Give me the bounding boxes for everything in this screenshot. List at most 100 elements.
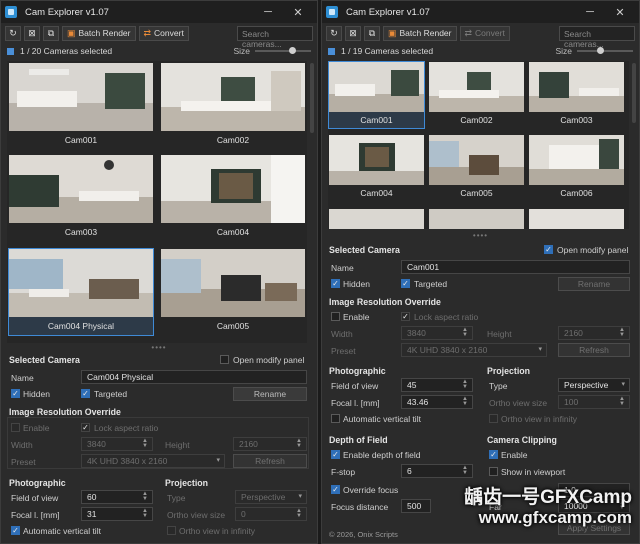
projection-type-dropdown[interactable]: Perspective ▾ xyxy=(558,378,630,392)
open-modify-checkbox[interactable]: ✓ xyxy=(544,245,553,254)
height-field[interactable]: 2160 ▲ ▼ xyxy=(558,326,630,340)
lock-aspect-checkbox[interactable]: ✓ xyxy=(401,312,410,321)
size-slider[interactable] xyxy=(577,47,633,54)
focus-distance-label: Focus distance xyxy=(331,502,389,512)
camera-card[interactable] xyxy=(429,209,524,229)
focal-field[interactable]: 43.46 ▲ ▼ xyxy=(401,395,473,409)
clipping-enable-checkbox[interactable]: ✓ xyxy=(489,450,498,459)
duplicate-icon[interactable]: ⧉ xyxy=(364,25,380,41)
ortho-spinner-icon[interactable]: ▲ ▼ xyxy=(296,508,302,519)
name-label: Name xyxy=(11,373,34,383)
splitter-handle[interactable]: •••• xyxy=(1,343,317,352)
resolution-enable-checkbox[interactable] xyxy=(331,312,340,321)
camera-card[interactable]: Cam004 xyxy=(329,135,424,201)
dof-enable-checkbox[interactable]: ✓ xyxy=(331,450,340,459)
name-label: Name xyxy=(331,263,354,273)
width-spinner-icon[interactable]: ▲ ▼ xyxy=(142,438,148,449)
size-slider-knob[interactable] xyxy=(597,47,604,54)
lock-aspect-checkbox[interactable]: ✓ xyxy=(81,423,90,432)
fstop-spinner-icon[interactable]: ▲ ▼ xyxy=(462,465,468,476)
open-modify-label: Open modify panel xyxy=(557,245,629,255)
refresh-icon[interactable]: ↻ xyxy=(5,25,21,41)
focal-spinner-icon[interactable]: ▲ ▼ xyxy=(462,396,468,407)
close-icon[interactable]: ✕ xyxy=(283,6,313,19)
camera-name-field[interactable]: Cam004 Physical xyxy=(81,370,307,384)
width-field[interactable]: 3840 ▲ ▼ xyxy=(401,326,473,340)
ortho-infinity-checkbox[interactable] xyxy=(489,414,498,423)
camera-card[interactable]: Cam002 xyxy=(161,63,305,149)
grid-scrollbar[interactable] xyxy=(632,63,636,123)
close-icon[interactable]: ✕ xyxy=(605,6,635,19)
ortho-size-field[interactable]: 0 ▲ ▼ xyxy=(235,507,307,521)
focal-field[interactable]: 31 ▲ ▼ xyxy=(81,507,153,521)
hidden-label: Hidden xyxy=(343,279,370,289)
search-input[interactable]: Search cameras... xyxy=(559,25,635,49)
batch-render-label: Batch Render xyxy=(399,28,452,38)
ortho-infinity-checkbox[interactable] xyxy=(167,526,176,535)
refresh-button[interactable]: Refresh xyxy=(558,343,630,357)
camera-card-selected[interactable]: Cam004 Physical xyxy=(8,248,154,336)
fov-field[interactable]: 45 ▲ ▼ xyxy=(401,378,473,392)
width-label: Width xyxy=(331,329,353,339)
camera-card[interactable]: Cam006 xyxy=(529,135,624,201)
width-field[interactable]: 3840 ▲ ▼ xyxy=(81,437,153,451)
rename-button[interactable]: Rename xyxy=(233,387,307,401)
search-input[interactable]: Search cameras... xyxy=(237,25,313,49)
size-slider-knob[interactable] xyxy=(289,47,296,54)
minimize-icon[interactable]: ─ xyxy=(253,6,283,18)
show-viewport-checkbox[interactable] xyxy=(489,467,498,476)
hidden-checkbox[interactable]: ✓ xyxy=(11,389,20,398)
focal-spinner-icon[interactable]: ▲ ▼ xyxy=(142,508,148,519)
camera-card[interactable] xyxy=(529,209,624,229)
preset-dropdown[interactable]: 4K UHD 3840 x 2160 ▾ xyxy=(81,454,225,468)
override-focus-checkbox[interactable]: ✓ xyxy=(331,485,340,494)
fov-field[interactable]: 60 ▲ ▼ xyxy=(81,490,153,504)
auto-tilt-checkbox[interactable] xyxy=(331,414,340,423)
grid-scrollbar[interactable] xyxy=(310,63,314,133)
width-spinner-icon[interactable]: ▲ ▼ xyxy=(462,327,468,338)
height-field[interactable]: 2160 ▲ ▼ xyxy=(233,437,307,451)
targeted-checkbox[interactable]: ✓ xyxy=(81,389,90,398)
fstop-field[interactable]: 6 ▲ ▼ xyxy=(401,464,473,478)
height-spinner-icon[interactable]: ▲ ▼ xyxy=(619,327,625,338)
focus-distance-field[interactable]: 500 xyxy=(401,499,431,513)
duplicate-icon[interactable]: ⧉ xyxy=(43,25,59,41)
fov-spinner-icon[interactable]: ▲ ▼ xyxy=(462,379,468,390)
refresh-icon[interactable]: ↻ xyxy=(326,25,342,41)
fov-spinner-icon[interactable]: ▲ ▼ xyxy=(142,491,148,502)
preset-dropdown[interactable]: 4K UHD 3840 x 2160 ▾ xyxy=(401,343,547,357)
camera-card[interactable]: Cam003 xyxy=(9,155,153,241)
hidden-checkbox[interactable]: ✓ xyxy=(331,279,340,288)
resolution-enable-checkbox[interactable] xyxy=(11,423,20,432)
batch-render-button[interactable]: ▣ Batch Render xyxy=(383,25,457,41)
convert-button[interactable]: ⇄ Convert xyxy=(459,25,510,41)
camera-card[interactable]: Cam005 xyxy=(161,249,305,335)
height-spinner-icon[interactable]: ▲ ▼ xyxy=(296,438,302,449)
ortho-size-field[interactable]: 100 ▲ ▼ xyxy=(558,395,630,409)
clear-icon[interactable]: ⊠ xyxy=(24,25,40,41)
camera-card[interactable]: Cam005 xyxy=(429,135,524,201)
projection-type-dropdown[interactable]: Perspective ▾ xyxy=(235,490,307,504)
size-slider[interactable] xyxy=(255,47,311,54)
convert-button[interactable]: ⇄ Convert xyxy=(138,25,189,41)
height-value: 2160 xyxy=(564,328,583,338)
batch-render-button[interactable]: ▣ Batch Render xyxy=(62,25,136,41)
camera-card[interactable]: Cam002 xyxy=(429,62,524,128)
camera-card[interactable]: Cam003 xyxy=(529,62,624,128)
ortho-spinner-icon[interactable]: ▲ ▼ xyxy=(619,396,625,407)
splitter-handle[interactable]: •••• xyxy=(322,231,639,240)
camera-card[interactable]: Cam004 xyxy=(161,155,305,241)
rename-button[interactable]: Rename xyxy=(558,277,630,291)
camera-name-field[interactable]: Cam001 xyxy=(401,260,630,274)
clear-icon[interactable]: ⊠ xyxy=(345,25,361,41)
camera-card-selected[interactable]: Cam001 xyxy=(328,61,425,129)
targeted-checkbox[interactable]: ✓ xyxy=(401,279,410,288)
open-modify-checkbox[interactable] xyxy=(220,355,229,364)
refresh-button[interactable]: Refresh xyxy=(233,454,307,468)
camera-card[interactable] xyxy=(329,209,424,229)
height-value: 2160 xyxy=(239,439,258,449)
minimize-icon[interactable]: ─ xyxy=(575,6,605,18)
camera-label: Cam001 xyxy=(64,135,98,145)
camera-card[interactable]: Cam001 xyxy=(9,63,153,149)
auto-tilt-checkbox[interactable]: ✓ xyxy=(11,526,20,535)
